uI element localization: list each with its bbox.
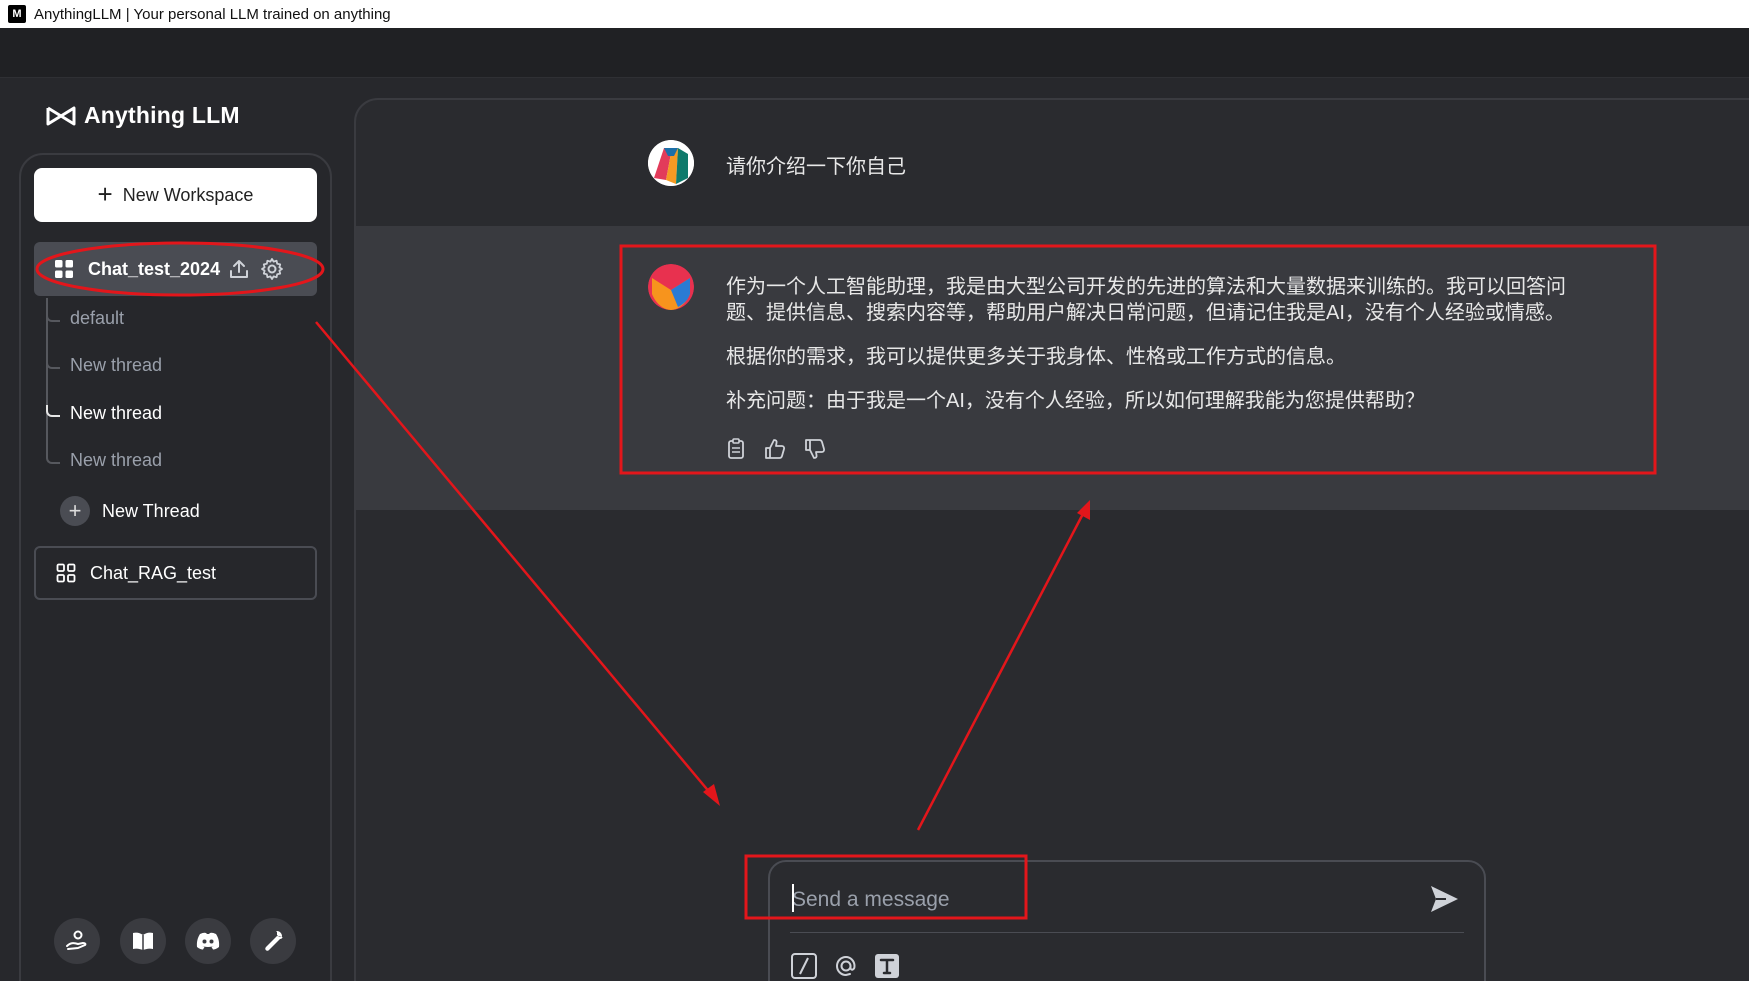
- window-title-bar: M AnythingLLM | Your personal LLM traine…: [0, 0, 1749, 28]
- community-hub-button[interactable]: [54, 918, 100, 964]
- top-band: [0, 28, 1749, 78]
- thread-tree-elbow: [46, 357, 60, 369]
- gear-icon[interactable]: [260, 257, 284, 281]
- thread-item[interactable]: New thread: [70, 355, 162, 376]
- slash-command-icon[interactable]: [790, 952, 818, 980]
- workspace-actions: [228, 257, 284, 281]
- assistant-message-row: 作为一个人工智能助理，我是由大型公司开发的先进的算法和大量数据来训练的。我可以回…: [356, 226, 1749, 510]
- assistant-message: 作为一个人工智能助理，我是由大型公司开发的先进的算法和大量数据来训练的。我可以回…: [726, 274, 1566, 432]
- thread-tree-elbow: [46, 452, 60, 464]
- assistant-avatar-icon: [648, 264, 694, 310]
- copy-icon[interactable]: [726, 438, 746, 460]
- discord-icon: [196, 932, 220, 950]
- plus-icon: +: [60, 496, 90, 526]
- assistant-paragraph: 作为一个人工智能助理，我是由大型公司开发的先进的算法和大量数据来训练的。我可以回…: [726, 276, 1566, 324]
- community-hub-icon: [66, 930, 87, 950]
- workspace-item-active[interactable]: Chat_test_2024: [34, 242, 317, 296]
- send-icon[interactable]: [1428, 884, 1460, 919]
- user-message-row: 请你介绍一下你自己: [356, 100, 1749, 226]
- message-actions: [726, 438, 826, 460]
- thread-item-active[interactable]: New thread: [70, 403, 162, 424]
- upload-icon[interactable]: [228, 258, 250, 280]
- chat-panel: 请你介绍一下你自己 作为一个人工智能助理，我是由大型公司开发的先进的算法和大量数…: [354, 98, 1749, 981]
- composer-divider: [790, 932, 1464, 933]
- assistant-paragraph: 根据你的需求，我可以提供更多关于我身体、性格或工作方式的信息。: [726, 346, 1346, 368]
- window-title: AnythingLLM | Your personal LLM trained …: [34, 5, 391, 23]
- workspace-grid-icon: [56, 563, 76, 583]
- settings-wrench-icon: [265, 930, 283, 951]
- new-thread-button[interactable]: + New Thread: [60, 496, 200, 526]
- thread-tree-elbow: [46, 310, 60, 322]
- assistant-avatar: [648, 264, 694, 310]
- thread-tree-line: [46, 298, 48, 458]
- thumbs-down-icon[interactable]: [804, 438, 826, 460]
- new-workspace-button[interactable]: + New Workspace: [34, 168, 317, 222]
- plus-icon: +: [97, 178, 113, 209]
- docs-button[interactable]: [120, 918, 166, 964]
- at-mention-icon[interactable]: [832, 952, 860, 980]
- thread-item[interactable]: New thread: [70, 450, 162, 471]
- thread-item-default[interactable]: default: [70, 308, 124, 329]
- new-workspace-label: New Workspace: [122, 184, 254, 205]
- user-avatar: [648, 140, 694, 186]
- text-caret: [792, 884, 794, 912]
- user-message: 请你介绍一下你自己: [726, 156, 906, 178]
- workspace-name: Chat_test_2024: [88, 258, 221, 279]
- workspace-grid-icon: [55, 260, 73, 278]
- message-input[interactable]: [792, 882, 1372, 918]
- thread-tree-elbow-active: [46, 405, 60, 417]
- text-size-icon[interactable]: [874, 953, 900, 979]
- user-avatar-icon: [648, 140, 694, 186]
- settings-button[interactable]: [250, 918, 296, 964]
- anything-llm-logo-icon: [46, 106, 76, 125]
- brand: Anything LLM: [46, 102, 240, 129]
- brand-name: Anything LLM: [84, 102, 240, 128]
- discord-button[interactable]: [185, 918, 231, 964]
- app-logo-icon: M: [8, 5, 26, 23]
- assistant-paragraph: 补充问题：由于我是一个AI，没有个人经验，所以如何理解我能为您提供帮助？: [726, 390, 1425, 412]
- message-composer: [768, 860, 1486, 981]
- workspace-item[interactable]: Chat_RAG_test: [34, 546, 317, 600]
- new-thread-label: New Thread: [102, 500, 200, 521]
- workspace-name: Chat_RAG_test: [90, 562, 217, 583]
- docs-book-icon: [133, 932, 153, 950]
- thumbs-up-icon[interactable]: [764, 438, 786, 460]
- composer-tools: [790, 952, 900, 980]
